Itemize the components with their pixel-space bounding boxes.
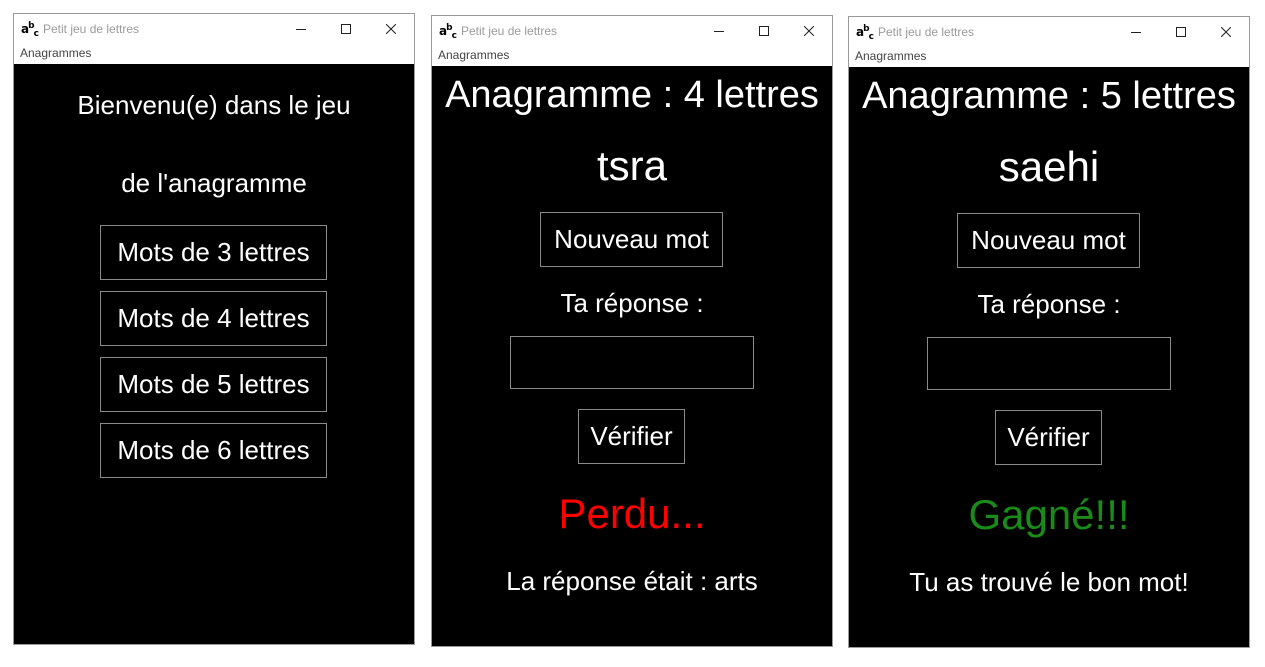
answer-input[interactable] xyxy=(510,336,754,389)
abc-app-icon: abc xyxy=(439,23,457,41)
window-title: Petit jeu de lettres xyxy=(878,25,975,39)
window-title: Petit jeu de lettres xyxy=(461,24,558,38)
scrambled-word: saehi xyxy=(998,143,1100,190)
scrambled-word: tsra xyxy=(596,142,667,189)
new-word-button[interactable]: Nouveau mot xyxy=(957,213,1140,268)
menu-bar: Anagrammes xyxy=(849,47,1249,67)
window-game-won: abc Petit jeu de lettres Anagrammes Anag… xyxy=(848,16,1250,648)
check-button[interactable]: Vérifier xyxy=(995,410,1102,465)
minimize-button[interactable] xyxy=(696,16,742,46)
words-4-letters-button[interactable]: Mots de 4 lettres xyxy=(100,291,327,346)
abc-app-icon: abc xyxy=(21,21,39,39)
maximize-button[interactable] xyxy=(741,16,787,46)
minimize-button[interactable] xyxy=(278,14,324,44)
words-3-letters-button[interactable]: Mots de 3 lettres xyxy=(100,225,327,280)
menu-anagrammes[interactable]: Anagrammes xyxy=(20,46,91,60)
menu-bar: Anagrammes xyxy=(14,44,414,64)
minimize-button[interactable] xyxy=(1113,17,1159,47)
answer-input[interactable] xyxy=(927,337,1171,390)
game-heading: Anagramme : 4 lettres xyxy=(445,74,819,116)
answer-label: Ta réponse : xyxy=(977,289,1121,319)
new-word-button[interactable]: Nouveau mot xyxy=(540,212,723,267)
words-5-letters-button[interactable]: Mots de 5 lettres xyxy=(100,357,327,412)
minimize-icon xyxy=(296,29,306,30)
content-area: Anagramme : 4 lettres tsra Nouveau mot T… xyxy=(432,66,832,646)
result-message: La réponse était : arts xyxy=(506,566,758,596)
maximize-icon xyxy=(759,26,769,36)
minimize-icon xyxy=(714,31,724,32)
close-button[interactable] xyxy=(1203,17,1249,47)
window-title: Petit jeu de lettres xyxy=(43,22,140,36)
close-icon xyxy=(386,24,396,34)
title-bar[interactable]: abc Petit jeu de lettres xyxy=(14,14,414,44)
close-icon xyxy=(1221,27,1231,37)
maximize-icon xyxy=(1176,27,1186,37)
maximize-icon xyxy=(341,24,351,34)
close-button[interactable] xyxy=(368,14,414,44)
minimize-icon xyxy=(1131,32,1141,33)
result-won: Gagné!!! xyxy=(968,491,1130,538)
close-icon xyxy=(804,26,814,36)
title-bar[interactable]: abc Petit jeu de lettres xyxy=(849,17,1249,47)
game-heading: Anagramme : 5 lettres xyxy=(862,75,1236,117)
words-6-letters-button[interactable]: Mots de 6 lettres xyxy=(100,423,327,478)
welcome-line-1: Bienvenu(e) dans le jeu xyxy=(77,90,351,120)
menu-anagrammes[interactable]: Anagrammes xyxy=(855,49,926,63)
window-game-lost: abc Petit jeu de lettres Anagrammes Anag… xyxy=(431,15,833,647)
welcome-line-2: de l'anagramme xyxy=(121,168,307,198)
close-button[interactable] xyxy=(786,16,832,46)
window-menu: abc Petit jeu de lettres Anagrammes Bien… xyxy=(13,13,415,645)
menu-bar: Anagrammes xyxy=(432,46,832,66)
maximize-button[interactable] xyxy=(323,14,369,44)
abc-app-icon: abc xyxy=(856,24,874,42)
title-bar[interactable]: abc Petit jeu de lettres xyxy=(432,16,832,46)
content-area: Bienvenu(e) dans le jeu de l'anagramme M… xyxy=(14,64,414,644)
answer-label: Ta réponse : xyxy=(560,288,704,318)
menu-anagrammes[interactable]: Anagrammes xyxy=(438,48,509,62)
content-area: Anagramme : 5 lettres saehi Nouveau mot … xyxy=(849,67,1249,647)
result-lost: Perdu... xyxy=(558,490,706,537)
result-message: Tu as trouvé le bon mot! xyxy=(909,567,1189,597)
check-button[interactable]: Vérifier xyxy=(578,409,685,464)
maximize-button[interactable] xyxy=(1158,17,1204,47)
